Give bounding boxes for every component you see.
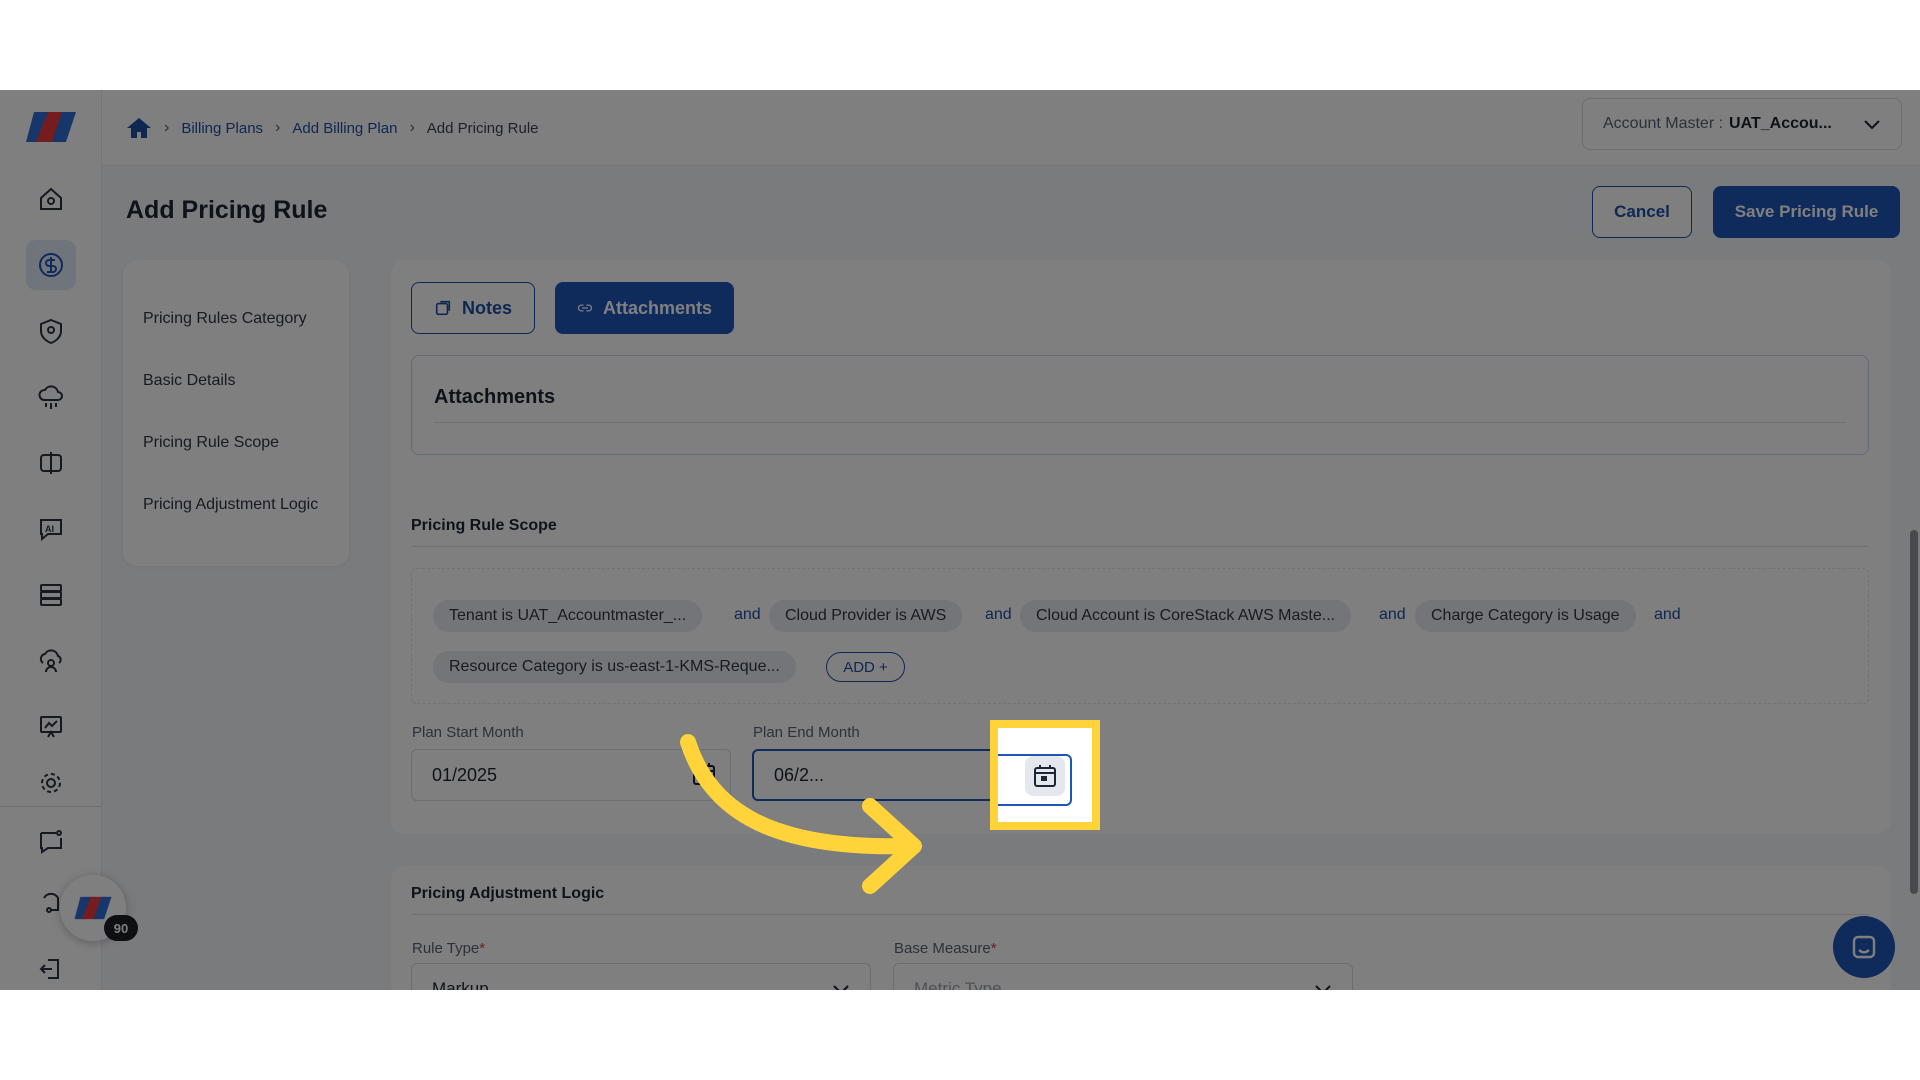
account-master-select[interactable]: Account Master : UAT_Accou... <box>1582 98 1902 150</box>
topbar: › Billing Plans › Add Billing Plan › Add… <box>102 90 1920 166</box>
notes-tab-button[interactable]: Notes <box>411 282 535 334</box>
base-measure-label: Base Measure* <box>894 940 997 957</box>
chevron-down-icon <box>1315 985 1331 990</box>
security-nav-icon[interactable] <box>26 306 76 356</box>
servers-nav-icon[interactable] <box>26 570 76 620</box>
pricing-rule-scope-title: Pricing Rule Scope <box>411 517 557 534</box>
scope-chip-charge-category[interactable]: Charge Category is Usage <box>1415 600 1636 632</box>
and-connector: and <box>985 606 1012 623</box>
breadcrumb-add-billing-plan[interactable]: Add Billing Plan <box>292 120 397 137</box>
cloud-user-nav-icon[interactable] <box>26 636 76 686</box>
account-master-value: UAT_Accou... <box>1729 115 1832 132</box>
account-master-label: Account Master : <box>1603 115 1724 132</box>
rule-type-label: Rule Type* <box>412 940 486 957</box>
scrollbar[interactable] <box>1910 530 1918 894</box>
chat-settings-nav-icon[interactable] <box>26 816 76 866</box>
sidebar-divider <box>0 806 102 807</box>
notes-icon <box>435 300 451 316</box>
divider <box>434 422 1846 423</box>
cloud-network-nav-icon[interactable] <box>26 372 76 422</box>
section-nav: Pricing Rules Category Basic Details Pri… <box>123 260 349 566</box>
ai-nav-icon[interactable]: AI <box>26 504 76 554</box>
base-measure-placeholder: Metric Type <box>914 979 1002 990</box>
dashboard-nav-icon[interactable] <box>26 702 76 752</box>
notification-count-badge: 90 <box>104 915 138 941</box>
brand-logo-small-icon <box>74 896 112 920</box>
breadcrumb-current: Add Pricing Rule <box>426 119 539 137</box>
rule-type-value: Markup <box>432 979 489 990</box>
compare-nav-icon[interactable] <box>26 438 76 488</box>
plan-start-value: 01/2025 <box>432 764 498 785</box>
scope-chip-cloud-account[interactable]: Cloud Account is CoreStack AWS Maste... <box>1020 600 1352 632</box>
link-icon <box>577 304 593 312</box>
chevron-right-icon: › <box>164 119 170 136</box>
tutorial-highlight-box <box>990 720 1100 830</box>
and-connector: and <box>1379 606 1406 623</box>
scope-chip-tenant[interactable]: Tenant is UAT_Accountmaster_... <box>433 600 703 632</box>
and-connector: and <box>734 606 761 623</box>
and-connector: and <box>1654 606 1681 623</box>
brand-logo[interactable] <box>24 110 78 144</box>
chevron-down-icon <box>1864 120 1880 130</box>
base-measure-select[interactable]: Metric Type <box>893 963 1353 990</box>
breadcrumb-billing-plans[interactable]: Billing Plans <box>181 120 263 137</box>
section-nav-item-category[interactable]: Pricing Rules Category <box>143 310 307 328</box>
sidebar: AI 90 <box>0 90 138 990</box>
home-icon[interactable] <box>126 116 152 140</box>
highlighted-calendar-button[interactable] <box>1025 756 1065 796</box>
scope-chip-resource-category[interactable]: Resource Category is us-east-1-KMS-Reque… <box>433 651 796 683</box>
plan-start-label: Plan Start Month <box>412 724 524 741</box>
save-pricing-rule-button[interactable]: Save Pricing Rule <box>1713 186 1900 238</box>
pricing-adjustment-title: Pricing Adjustment Logic <box>411 885 605 902</box>
attachments-title: Attachments <box>434 386 556 408</box>
add-condition-button[interactable]: ADD + <box>826 652 905 682</box>
attachments-tab-button[interactable]: Attachments <box>555 282 734 334</box>
attachments-panel: Attachments <box>411 355 1869 455</box>
chat-icon <box>1852 935 1876 959</box>
rule-type-select[interactable]: Markup <box>411 963 871 990</box>
logout-nav-icon[interactable] <box>26 944 76 990</box>
notes-tab-label: Notes <box>461 297 512 318</box>
section-nav-item-adjustment[interactable]: Pricing Adjustment Logic <box>143 496 318 514</box>
chevron-down-icon <box>833 985 849 990</box>
divider <box>411 914 1869 915</box>
calendar-icon <box>1034 765 1056 787</box>
billing-nav-icon[interactable] <box>26 240 76 290</box>
chat-launcher-button[interactable] <box>1833 916 1895 978</box>
divider <box>411 546 1869 547</box>
chevron-right-icon: › <box>409 119 415 136</box>
breadcrumb: › Billing Plans › Add Billing Plan › Add… <box>126 114 539 142</box>
scope-chip-cloud-provider[interactable]: Cloud Provider is AWS <box>769 600 963 632</box>
page-title: Add Pricing Rule <box>126 196 328 224</box>
section-nav-item-scope[interactable]: Pricing Rule Scope <box>143 434 279 452</box>
home-nav-icon[interactable] <box>26 174 76 224</box>
chevron-right-icon: › <box>275 119 281 136</box>
scope-conditions-box <box>411 568 1869 704</box>
section-nav-item-basic-details[interactable]: Basic Details <box>143 372 235 390</box>
app-frame: AI 90 › Billing Plans › Add Billing Plan… <box>0 90 1920 990</box>
cancel-button[interactable]: Cancel <box>1592 186 1692 238</box>
settings-nav-icon[interactable] <box>26 758 76 808</box>
svg-text:AI: AI <box>45 524 54 534</box>
attachments-tab-label: Attachments <box>602 297 712 318</box>
tutorial-arrow-icon <box>680 734 922 894</box>
